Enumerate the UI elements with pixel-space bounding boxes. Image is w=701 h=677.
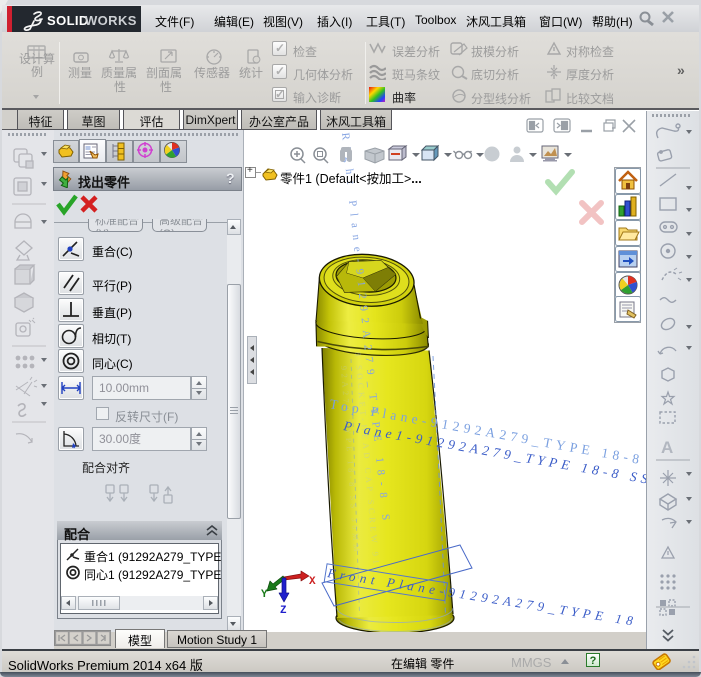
- svg-text:SOLID: SOLID: [47, 13, 89, 28]
- svg-text:X: X: [309, 576, 316, 588]
- svg-text:Z: Z: [280, 605, 287, 617]
- svg-text:A: A: [661, 438, 673, 457]
- svg-text:Y: Y: [261, 589, 268, 601]
- svg-text:WORKS: WORKS: [85, 13, 137, 28]
